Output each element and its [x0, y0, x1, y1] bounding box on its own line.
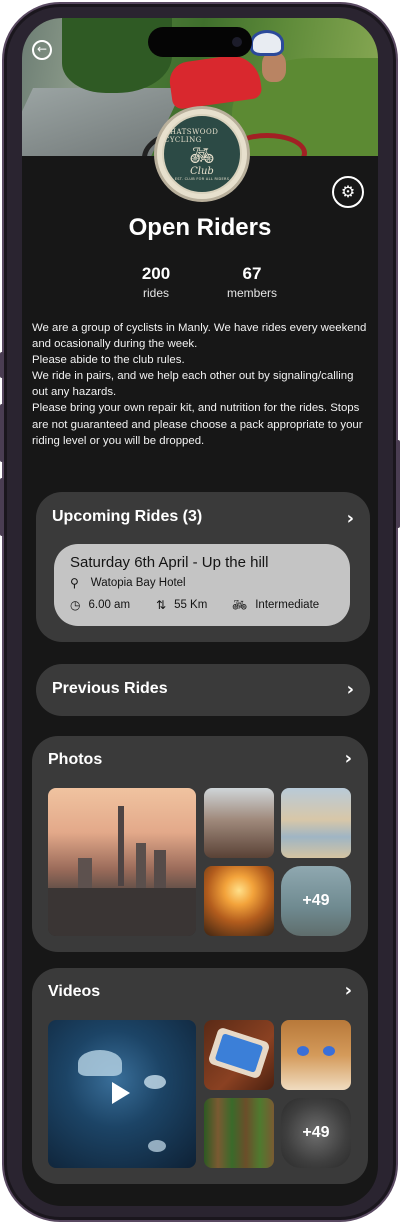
stat-label: members	[226, 286, 277, 300]
gear-icon: ⚙	[340, 182, 356, 201]
map-pin-icon: ⚲	[70, 576, 79, 590]
photo-sunset[interactable]	[204, 866, 274, 936]
club-name: Open Riders	[128, 214, 272, 241]
volume-up-button	[0, 404, 4, 462]
bicycle-icon: 🚲︎	[232, 598, 248, 612]
back-button[interactable]: ←	[32, 40, 52, 60]
arrow-left-icon: ←	[36, 42, 48, 56]
video-jellyfish[interactable]	[48, 1020, 196, 1168]
video-forest[interactable]	[204, 1098, 274, 1168]
power-button	[396, 440, 400, 528]
photo-street[interactable]	[204, 788, 274, 858]
club-description: We are a group of cyclists in Manly. We …	[32, 322, 367, 447]
ride-level: Intermediate	[255, 599, 320, 611]
stat-members[interactable]: 67 members	[212, 264, 292, 300]
ride-location: Watopia Bay Hotel	[90, 577, 186, 589]
ride-time: 6.00 am	[88, 599, 131, 611]
clock-icon: ◷	[70, 598, 81, 612]
bicycle-icon: 🚲︎	[189, 142, 215, 167]
chevron-right-icon[interactable]: ›	[347, 508, 354, 529]
ride-distance: 55 Km	[174, 599, 208, 611]
stat-value: 200	[141, 264, 171, 283]
photo-beach-dog[interactable]	[281, 788, 351, 858]
photos-more-count: +49	[302, 892, 330, 909]
ride-card[interactable]: Saturday 6th April - Up the hill ⚲ Watop…	[54, 544, 350, 626]
video-cat[interactable]	[281, 1020, 351, 1090]
play-icon[interactable]	[112, 1082, 130, 1104]
mute-switch	[0, 352, 4, 378]
stat-rides: 200 rides	[116, 264, 196, 300]
chevron-right-icon[interactable]: ›	[347, 679, 354, 700]
photos-card[interactable]: Photos › +49	[32, 736, 368, 952]
settings-button[interactable]: ⚙	[332, 176, 364, 208]
photos-title: Photos	[48, 751, 103, 768]
chevron-right-icon[interactable]: ›	[345, 980, 352, 1001]
logo-top-text: CHATSWOOD CYCLING	[164, 127, 219, 144]
logo-script-text: Club	[190, 165, 214, 177]
ride-time-row: ◷ 6.00 am	[70, 598, 130, 612]
video-tablet[interactable]	[204, 1020, 274, 1090]
ride-level-row: 🚲︎ Intermediate	[232, 598, 319, 612]
upcoming-rides-title: Upcoming Rides (3)	[52, 508, 203, 525]
video-more-tile[interactable]: +49	[281, 1098, 351, 1168]
chevron-right-icon[interactable]: ›	[345, 748, 352, 769]
stat-label: rides	[142, 286, 169, 300]
previous-rides-card[interactable]: Previous Rides ›	[36, 664, 370, 716]
app-screen: ← CHATSWOOD CYCLING 🚲︎ Club EST. CLUB FO…	[22, 18, 378, 1206]
ride-distance-row: ⇅ 55 Km	[156, 598, 207, 612]
stat-value: 67	[242, 264, 262, 283]
videos-card[interactable]: Videos › +49	[32, 968, 368, 1184]
dynamic-island	[148, 27, 252, 57]
ride-location-row: ⚲ Watopia Bay Hotel	[70, 576, 186, 590]
ride-title: Saturday 6th April - Up the hill	[70, 554, 269, 571]
videos-title: Videos	[48, 983, 101, 1000]
photo-city[interactable]	[48, 788, 196, 936]
route-icon: ⇅	[156, 598, 167, 612]
club-logo: CHATSWOOD CYCLING 🚲︎ Club EST. CLUB FOR …	[154, 106, 250, 202]
photo-more-tile[interactable]: +49	[281, 866, 351, 936]
videos-more-count: +49	[302, 1124, 330, 1141]
logo-bottom-text: EST. CLUB FOR ALL RIDERS	[174, 176, 230, 181]
previous-rides-title: Previous Rides	[52, 680, 168, 697]
upcoming-rides-card[interactable]: Upcoming Rides (3) › Saturday 6th April …	[36, 492, 370, 642]
volume-down-button	[0, 478, 4, 536]
